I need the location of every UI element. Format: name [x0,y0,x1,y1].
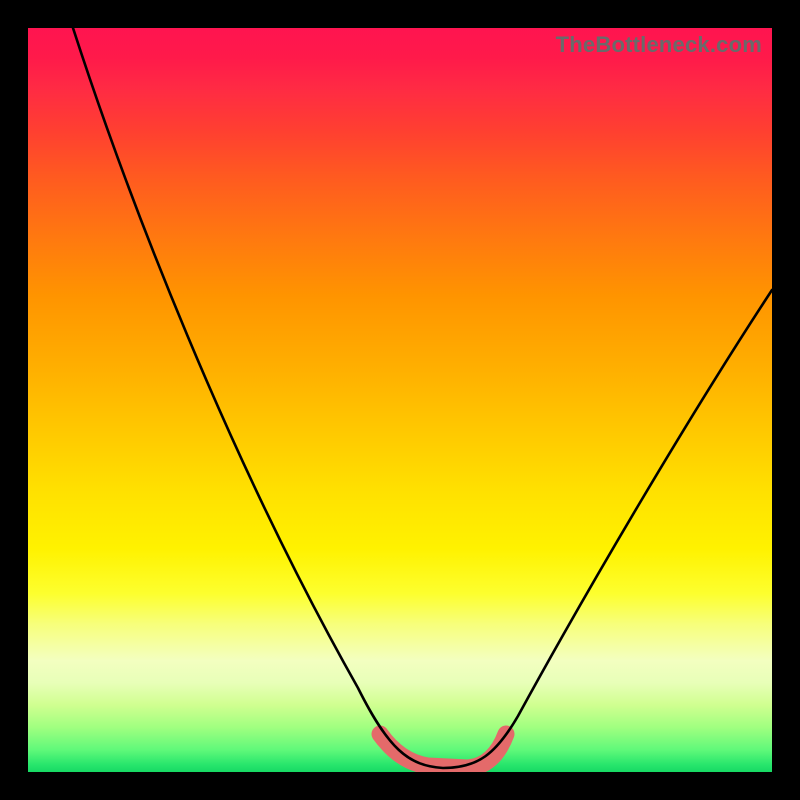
plot-area: TheBottleneck.com [28,28,772,772]
watermark-text: TheBottleneck.com [556,32,762,58]
black-curve [73,28,772,768]
chart-frame: TheBottleneck.com [0,0,800,800]
curve-layer [28,28,772,772]
